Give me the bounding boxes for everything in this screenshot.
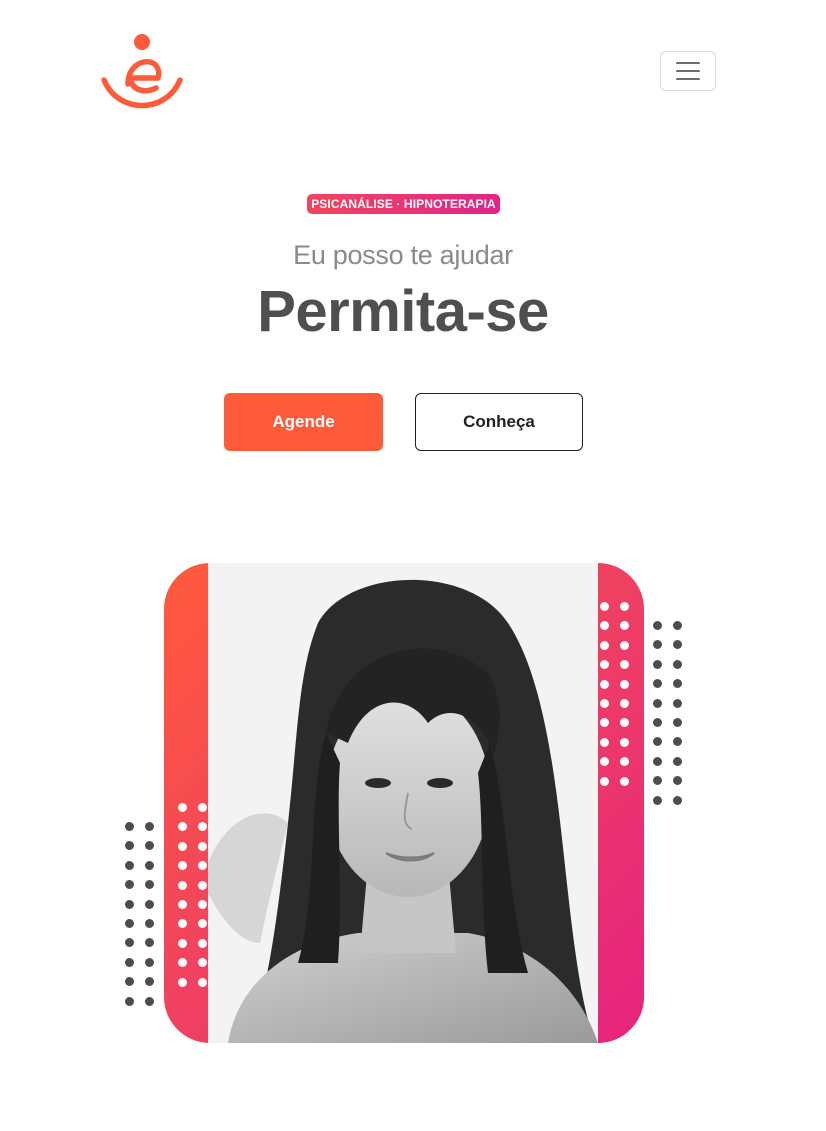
decorative-dot: [125, 996, 134, 1006]
decorative-dot: [653, 698, 662, 708]
decorative-dot: [178, 841, 187, 851]
decorative-dot: [178, 938, 187, 948]
portrait-photo: [208, 563, 598, 1043]
schedule-button[interactable]: Agende: [224, 393, 383, 451]
decorative-dot: [198, 880, 207, 890]
decorative-dot: [125, 938, 134, 948]
decorative-dot: [125, 919, 134, 928]
decorative-dot: [145, 899, 154, 909]
decorative-dot: [145, 977, 154, 987]
decorative-dot: [198, 803, 207, 812]
decorative-dot: [145, 938, 154, 948]
decorative-dot: [125, 822, 134, 831]
learn-more-button[interactable]: Conheça: [415, 393, 583, 451]
decorative-dot: [673, 659, 682, 669]
decorative-dot: [620, 679, 629, 689]
decorative-dot: [198, 938, 207, 948]
decorative-dot: [178, 880, 187, 890]
decorative-dot: [673, 698, 682, 708]
decorative-dot: [145, 860, 154, 870]
hamburger-menu-icon: [676, 62, 700, 64]
decorative-dot: [600, 679, 609, 689]
decorative-dot: [653, 679, 662, 689]
decorative-dot: [620, 699, 629, 708]
decorative-dot: [653, 659, 662, 669]
decorative-dot: [653, 737, 662, 747]
services-badge: PSICANÁLISE · HIPNOTERAPIA: [307, 194, 500, 214]
decorative-dot: [145, 957, 154, 967]
decorative-dot: [673, 756, 682, 766]
decorative-dot: [653, 795, 662, 805]
decorative-dot: [145, 996, 154, 1006]
decorative-dot: [653, 756, 662, 766]
hero-subtitle: Eu posso te ajudar: [293, 240, 513, 270]
decorative-dot: [600, 640, 609, 650]
decorative-dot: [198, 900, 207, 909]
decorative-dot: [653, 621, 662, 630]
portrait-card: [164, 563, 644, 1043]
decorative-dot: [178, 977, 187, 987]
decorative-dot: [653, 776, 662, 786]
decorative-dot: [125, 841, 134, 851]
decorative-dot: [673, 776, 682, 786]
decorative-dot: [620, 640, 629, 650]
decorative-dot: [198, 841, 207, 851]
decorative-dot: [620, 602, 629, 611]
decorative-dot: [620, 737, 629, 747]
hero-title: Permita-se: [257, 279, 549, 344]
decorative-dot: [145, 841, 154, 851]
decorative-dot: [673, 621, 682, 630]
decorative-dot: [673, 737, 682, 747]
decorative-dot: [178, 803, 187, 812]
decorative-dot: [125, 957, 134, 967]
decorative-dot: [620, 776, 629, 786]
decorative-dot: [145, 822, 154, 831]
decorative-dot: [125, 860, 134, 870]
decorative-dot: [653, 640, 662, 650]
decorative-dot: [125, 977, 134, 987]
decorative-dot: [600, 699, 609, 708]
hamburger-menu-icon: [676, 78, 700, 80]
decorative-dot: [653, 718, 662, 727]
menu-toggle-button[interactable]: [660, 51, 716, 91]
decorative-dot: [600, 776, 609, 786]
smiling-e-logo-icon: [101, 34, 183, 109]
decorative-dot: [673, 795, 682, 805]
hamburger-menu-icon: [676, 70, 700, 72]
decorative-dot: [125, 880, 134, 890]
decorative-dot: [125, 899, 134, 909]
decorative-dot: [145, 880, 154, 890]
brand-logo[interactable]: [100, 32, 184, 110]
decorative-dot: [145, 919, 154, 928]
decorative-dot: [673, 640, 682, 650]
decorative-dot: [198, 977, 207, 987]
decorative-dot: [178, 900, 187, 909]
decorative-dot: [600, 737, 609, 747]
decorative-dot: [673, 679, 682, 689]
decorative-dot: [673, 718, 682, 727]
decorative-dot: [600, 602, 609, 611]
